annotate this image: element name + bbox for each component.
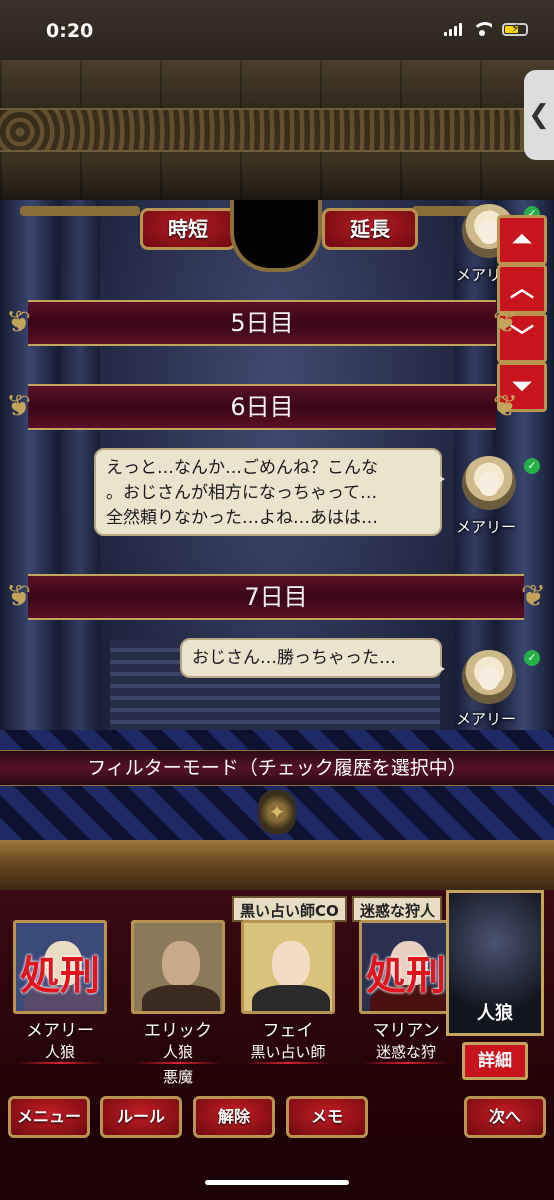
message-line: 全然頼りなかった…よね…あはは… bbox=[106, 508, 378, 528]
clock: 0:20 bbox=[46, 20, 94, 42]
rail-left bbox=[20, 206, 140, 216]
scroll-to-top-button[interactable]: ⏶ bbox=[497, 215, 547, 265]
player-role: 人狼 bbox=[162, 1043, 193, 1061]
menu-button[interactable]: メニュー bbox=[8, 1096, 90, 1138]
selected-player-card[interactable]: 人狼 bbox=[446, 890, 544, 1036]
player-panel: 黒い占い師CO 迷惑な狩人 処刑 メアリー 人狼 エリック 人狼 悪魔 フェイ 黒い占い師 処刑… bbox=[0, 890, 554, 1200]
day-banner: 6日目 bbox=[28, 384, 518, 430]
filter-mode-bar[interactable]: フィルターモード（チェック履歴を選択中） bbox=[0, 750, 554, 786]
ornate-header bbox=[0, 60, 554, 200]
chevron-left-icon: ❮ bbox=[528, 100, 550, 130]
role-underline bbox=[244, 1062, 332, 1064]
co-tag: 迷惑な狩人 bbox=[352, 896, 442, 922]
role-underline bbox=[134, 1062, 222, 1064]
player-name: マリアン bbox=[372, 1021, 440, 1041]
status-bar: 0:20 ⚡ bbox=[0, 0, 554, 60]
home-indicator bbox=[205, 1180, 349, 1185]
player-card[interactable]: 処刑マリアン迷惑な狩 bbox=[356, 920, 456, 1064]
message-line: おじさん…勝っちゃった… bbox=[192, 648, 396, 668]
execution-stamp: 処刑 bbox=[366, 952, 446, 999]
timer-window bbox=[230, 200, 322, 272]
speaker-avatar bbox=[462, 650, 516, 704]
selected-role-label: 人狼 bbox=[477, 1003, 513, 1024]
role-underline bbox=[362, 1062, 450, 1064]
chat-bubble: えっと…なんか…ごめんね？こんな 。おじさんが相方になっちゃって… 全然頼りなか… bbox=[94, 448, 445, 536]
player-role: 黒い占い師 bbox=[250, 1043, 326, 1061]
player-portrait bbox=[241, 920, 335, 1014]
message-line: 。おじさんが相方になっちゃって… bbox=[106, 483, 378, 503]
role-underline bbox=[16, 1062, 104, 1064]
wifi-icon bbox=[472, 22, 492, 36]
day-banner: 5日目 bbox=[28, 300, 518, 346]
battery-icon: ⚡ bbox=[502, 21, 528, 36]
player-name: エリック bbox=[144, 1021, 212, 1041]
memo-button[interactable]: メモ bbox=[286, 1096, 368, 1138]
player-role: 迷惑な狩 bbox=[375, 1043, 436, 1061]
up-arrow-icon: ︿ bbox=[510, 274, 534, 302]
header-ornament bbox=[0, 108, 554, 152]
check-icon: ✓ bbox=[524, 458, 540, 474]
rules-button[interactable]: ルール bbox=[100, 1096, 182, 1138]
player-name: フェイ bbox=[262, 1021, 314, 1041]
message-line: えっと…なんか…ごめんね？こんな bbox=[106, 458, 378, 478]
wood-divider bbox=[0, 840, 554, 890]
chat-bubble: おじさん…勝っちゃった… bbox=[180, 638, 445, 678]
release-button[interactable]: 解除 bbox=[193, 1096, 275, 1138]
execution-stamp: 処刑 bbox=[20, 952, 100, 999]
player-portrait: 処刑 bbox=[359, 920, 453, 1014]
player-card[interactable]: フェイ 黒い占い師 bbox=[238, 920, 338, 1064]
player-name: メアリー bbox=[26, 1021, 94, 1041]
player-card[interactable]: エリック 人狼 悪魔 bbox=[128, 920, 228, 1087]
signal-icon bbox=[444, 22, 462, 36]
side-panel-tab[interactable]: ❮ bbox=[524, 70, 554, 160]
player-subrole: 悪魔 bbox=[162, 1068, 193, 1086]
wolf-emblem-icon: ✦ bbox=[258, 790, 296, 834]
extend-time-button[interactable]: 延長 bbox=[322, 208, 418, 250]
shorten-time-button[interactable]: 時短 bbox=[140, 208, 236, 250]
check-icon: ✓ bbox=[524, 650, 540, 666]
speaker-name: メアリー bbox=[456, 518, 517, 536]
speaker-name: メアリ bbox=[456, 266, 502, 284]
next-button[interactable]: 次へ bbox=[464, 1096, 546, 1138]
speaker-name: メアリー bbox=[456, 710, 517, 728]
player-portrait: 処刑 bbox=[13, 920, 107, 1014]
player-role: 人狼 bbox=[44, 1043, 75, 1061]
speaker-avatar bbox=[462, 456, 516, 510]
day-banner: 7日目 bbox=[28, 574, 546, 620]
co-tag: 黒い占い師CO bbox=[232, 896, 347, 922]
double-up-arrow-icon: ⏶ bbox=[512, 225, 532, 253]
player-card[interactable]: 処刑 メアリー 人狼 bbox=[10, 920, 110, 1064]
detail-button[interactable]: 詳細 bbox=[462, 1042, 528, 1080]
player-portrait bbox=[131, 920, 225, 1014]
